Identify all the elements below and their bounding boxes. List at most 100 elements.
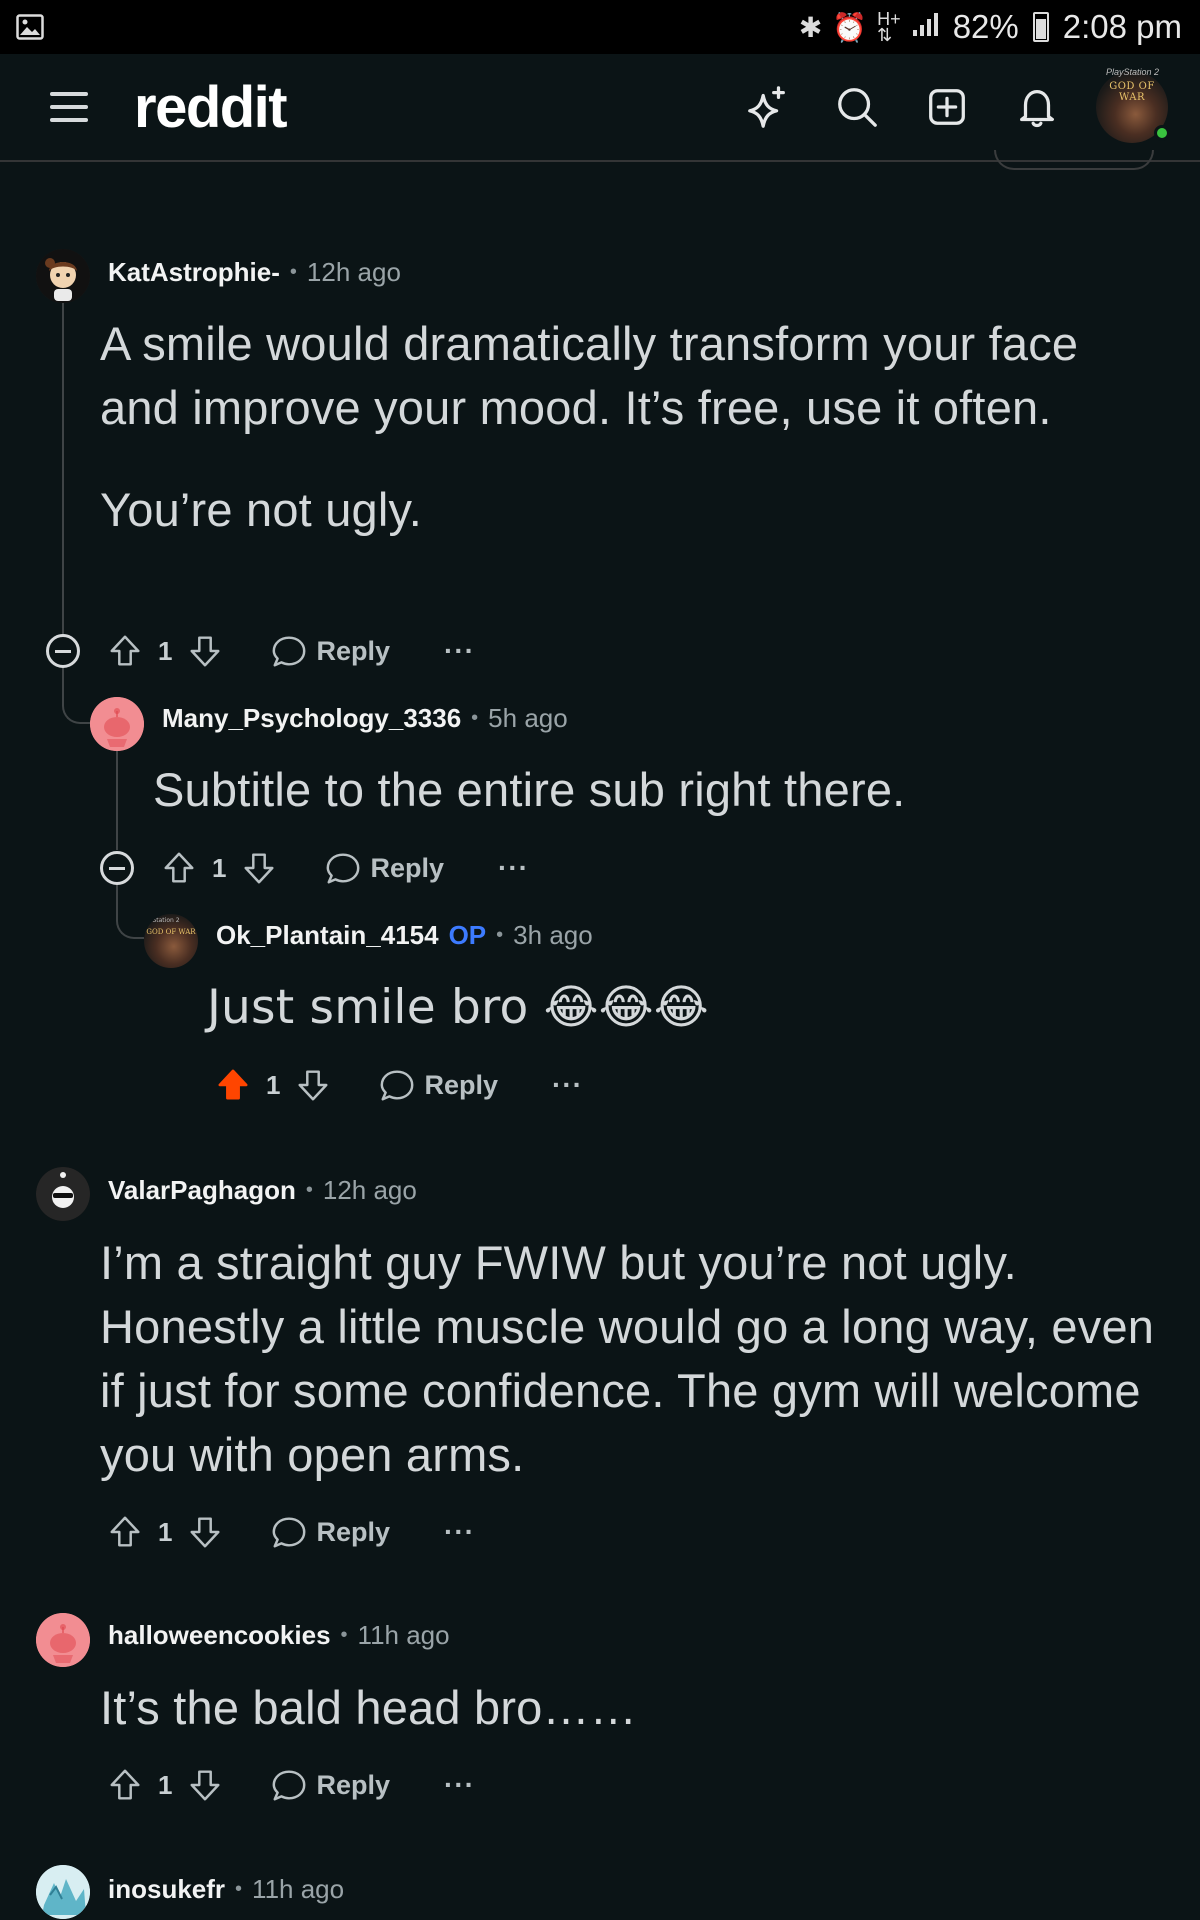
comment-author[interactable]: KatAstrophie- (108, 257, 280, 288)
comment-time: 11h ago (357, 1619, 450, 1650)
reply-label: Reply (316, 1516, 390, 1547)
comment-header: inosukefr • 11h ago (108, 1863, 344, 1915)
downvote-button[interactable] (186, 1513, 224, 1551)
more-options-button[interactable]: ··· (444, 1516, 475, 1548)
comment-actions: 1 Reply ··· (106, 1506, 475, 1558)
user-avatar[interactable] (36, 1613, 90, 1667)
thread-branch (62, 668, 90, 724)
battery-icon (1032, 12, 1049, 42)
reply-label: Reply (424, 1069, 498, 1100)
vote-count: 1 (158, 1769, 173, 1800)
separator-dot: • (235, 1877, 243, 1900)
collapse-thread-button[interactable] (46, 634, 80, 668)
downvote-button[interactable] (186, 632, 224, 670)
battery-percent: 82% (952, 8, 1019, 45)
user-avatar[interactable] (36, 1865, 90, 1919)
comment-actions: 1 Reply ··· (160, 842, 529, 894)
notifications-icon[interactable] (992, 62, 1082, 152)
comment-paragraph: A smile would dramatically transform you… (100, 317, 1079, 434)
upvote-button[interactable] (160, 849, 198, 887)
sort-pill-edge (994, 150, 1154, 170)
reply-button[interactable]: Reply (378, 1066, 498, 1104)
user-avatar[interactable]: GOD OF WAR Station 2 (144, 914, 198, 968)
user-avatar[interactable] (36, 1167, 90, 1221)
vote-count: 1 (212, 852, 227, 883)
svg-text:Station 2: Station 2 (152, 917, 179, 924)
separator-dot: • (340, 1623, 348, 1646)
vote-count: 1 (266, 1069, 281, 1100)
comment-time: 3h ago (513, 919, 593, 950)
upvote-button[interactable] (106, 632, 144, 670)
search-icon[interactable] (812, 62, 902, 152)
comment-body: Just smile bro 😂😂😂 (207, 980, 709, 1035)
more-options-button[interactable]: ··· (444, 1769, 475, 1801)
comment-time: 12h ago (306, 256, 401, 287)
user-avatar[interactable] (90, 697, 144, 751)
clock: 2:08 pm (1062, 8, 1182, 45)
profile-avatar[interactable]: PlayStation 2 GOD OF WAR (1096, 67, 1170, 143)
avatar-art: GOD OF WAR (1109, 81, 1155, 103)
more-options-button[interactable]: ··· (498, 852, 529, 884)
reply-button[interactable]: Reply (324, 849, 444, 887)
comment-time: 5h ago (488, 702, 568, 733)
avatar-art: PlayStation 2 (1106, 67, 1160, 77)
vote-count: 1 (158, 1516, 173, 1547)
reply-button[interactable]: Reply (270, 1766, 390, 1804)
reply-bubble-icon (273, 1770, 306, 1801)
thread-line (116, 748, 118, 850)
more-options-button[interactable]: ··· (444, 635, 475, 667)
comment-header: Many_Psychology_3336 • 5h ago (162, 692, 568, 744)
menu-icon[interactable] (50, 92, 88, 122)
bluetooth-icon: ✱ (798, 11, 823, 43)
more-options-button[interactable]: ··· (552, 1069, 583, 1101)
alarm-icon: ⏰ (832, 11, 868, 43)
comment-actions: 1 Reply ··· (214, 1059, 583, 1111)
svg-text:GOD OF WAR: GOD OF WAR (146, 928, 196, 936)
reply-bubble-icon (273, 636, 306, 667)
vote-count: 1 (158, 635, 173, 666)
comment-body: I’m a straight guy FWIW but you’re not u… (100, 1236, 1155, 1481)
reply-button[interactable]: Reply (270, 632, 390, 670)
op-badge: OP (448, 919, 487, 950)
reply-button[interactable]: Reply (270, 1513, 390, 1551)
comment-author[interactable]: halloweencookies (108, 1620, 331, 1651)
reply-bubble-icon (327, 853, 360, 884)
upvote-button[interactable] (106, 1513, 144, 1551)
comment-author[interactable]: Ok_Plantain_4154 (216, 920, 439, 951)
comment-body: Subtitle to the entire sub right there. (153, 763, 906, 816)
comment-author[interactable]: inosukefr (108, 1874, 225, 1905)
network-hplus-icon: H+ ⇅ (877, 9, 901, 45)
user-avatar[interactable] (36, 249, 90, 303)
comment-time: 12h ago (322, 1174, 417, 1205)
separator-dot: • (496, 923, 504, 946)
header-actions: PlayStation 2 GOD OF WAR (722, 62, 1200, 152)
online-status-dot (1154, 125, 1170, 141)
thread-line (62, 299, 64, 634)
downvote-button[interactable] (294, 1066, 332, 1104)
downvote-button[interactable] (240, 849, 278, 887)
comment-body: A smile would dramatically transform you… (100, 312, 1160, 542)
comment-header: KatAstrophie- • 12h ago (108, 246, 401, 298)
gallery-notification-icon (16, 14, 44, 40)
comment-body: It’s the bald head bro…… (100, 1681, 637, 1734)
signal-icon (911, 10, 943, 45)
reply-bubble-icon (273, 1517, 306, 1548)
reply-bubble-icon (381, 1070, 414, 1101)
comment-author[interactable]: Many_Psychology_3336 (162, 703, 461, 734)
comment-actions: 1 Reply ··· (106, 1759, 475, 1811)
sparkle-icon[interactable] (722, 62, 812, 152)
reddit-logo[interactable]: reddit (134, 74, 288, 141)
reply-label: Reply (370, 852, 444, 883)
separator-dot: • (471, 706, 479, 729)
collapse-thread-button[interactable] (100, 851, 134, 885)
comment-paragraph: You’re not ugly. (100, 483, 422, 536)
downvote-button[interactable] (186, 1766, 224, 1804)
comment-time: 11h ago (252, 1873, 345, 1904)
upvote-button[interactable] (106, 1766, 144, 1804)
reply-label: Reply (316, 635, 390, 666)
create-post-icon[interactable] (902, 62, 992, 152)
upvote-button-active[interactable] (214, 1066, 252, 1104)
reply-label: Reply (316, 1769, 390, 1800)
comment-author[interactable]: ValarPaghagon (108, 1175, 296, 1206)
comment-header: ValarPaghagon • 12h ago (108, 1164, 417, 1216)
